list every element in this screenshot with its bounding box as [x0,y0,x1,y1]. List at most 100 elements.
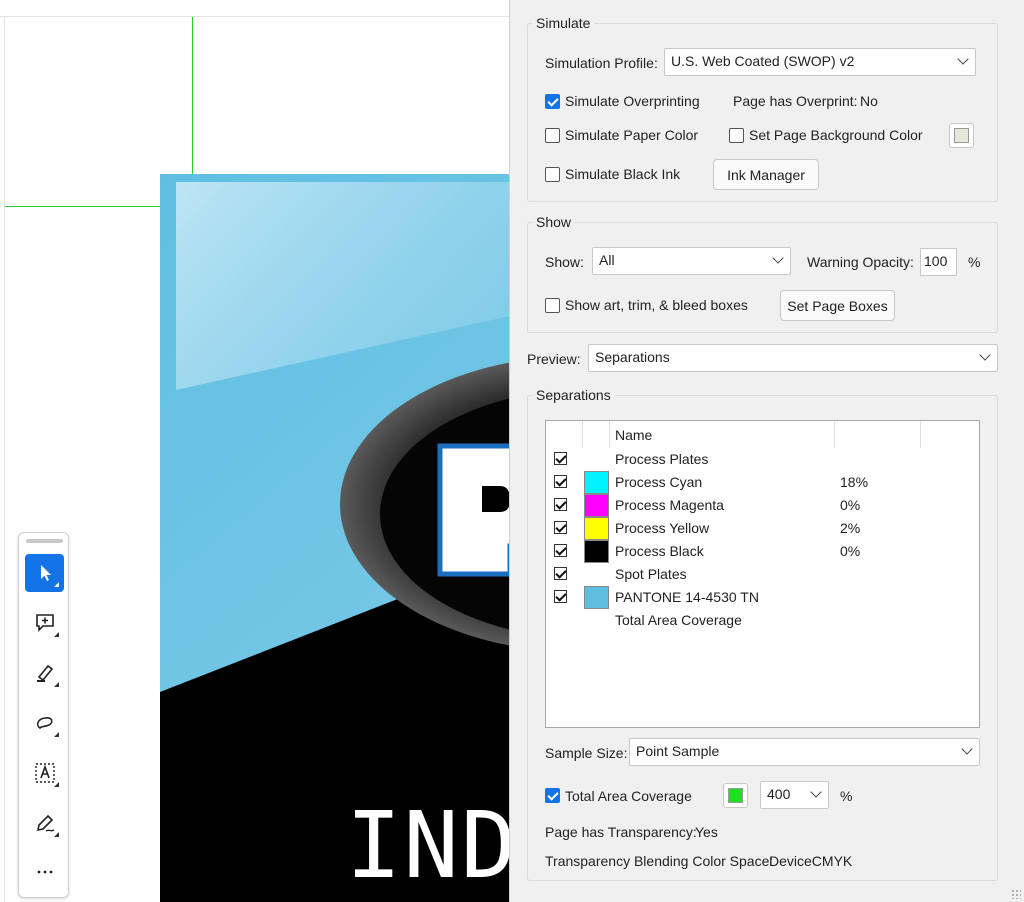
artwork-headline: IND [346,792,519,899]
column-divider [609,421,610,448]
sample-size-select[interactable]: Point Sample [629,738,980,766]
comment-plus-icon [35,614,54,632]
column-divider [582,421,583,448]
page-transparency-label: Page has Transparency: [545,824,697,840]
ink-color-swatch [584,540,609,563]
separation-checkbox[interactable] [554,521,567,534]
simulate-black-ink-checkbox[interactable] [545,167,560,182]
simulate-overprinting-checkbox[interactable] [545,94,560,109]
blending-space-value: DeviceCMYK [769,853,853,869]
preview-select[interactable]: Separations [588,344,998,372]
separation-row[interactable]: Process Cyan 18% [546,471,979,494]
show-legend: Show [532,214,576,230]
separation-checkbox[interactable] [554,544,567,557]
separation-checkbox[interactable] [554,452,567,465]
name-column-header[interactable]: Name [615,427,652,443]
set-page-boxes-button[interactable]: Set Page Boxes [780,290,895,321]
separation-row[interactable]: Spot Plates [546,563,979,586]
freehand-tool-button[interactable] [25,704,64,742]
logo-letter-p-counter [482,486,510,512]
show-boxes-checkbox[interactable] [545,298,560,313]
chevron-down-icon [772,252,784,264]
separation-row[interactable]: PANTONE 14-4530 TN [546,586,979,609]
column-divider [920,421,921,448]
vertical-guide[interactable] [192,17,193,174]
chevron-down-icon [810,786,822,798]
ink-color-swatch [584,494,609,517]
page-background-color-swatch [954,128,969,143]
more-tools-button[interactable] [25,853,64,891]
toolbar-grip[interactable] [26,539,63,543]
ink-color-swatch [584,586,609,609]
separation-checkbox[interactable] [554,567,567,580]
text-box-icon [34,763,55,783]
tool-submenu-indicator [54,632,59,637]
tool-submenu-indicator [54,782,59,787]
separation-coverage: 0% [840,543,861,559]
separation-name: Process Magenta [615,497,724,513]
separation-row[interactable]: Process Plates [546,448,979,471]
total-area-coverage-checkbox[interactable] [545,788,560,803]
tool-submenu-indicator [54,732,59,737]
simulate-legend: Simulate [532,15,595,31]
separation-name: Process Yellow [615,520,710,536]
page-has-overprint-label: Page has Overprint: [733,93,858,109]
separation-row[interactable]: Total Area Coverage [546,609,979,632]
separation-row[interactable]: Process Black 0% [546,540,979,563]
chevron-down-icon [979,349,991,361]
more-icon [37,870,52,874]
show-select[interactable]: All [592,247,791,275]
simulation-profile-value: U.S. Web Coated (SWOP) v2 [671,53,855,69]
separations-legend: Separations [532,387,615,403]
highlighter-icon [36,664,53,682]
warning-opacity-input[interactable]: 100 [920,248,957,276]
sign-tool-button[interactable] [25,804,64,842]
lasso-icon [36,717,53,730]
ink-color-swatch [584,517,609,540]
separation-name: Spot Plates [615,566,687,582]
horizontal-guide[interactable] [5,206,160,207]
preview-label: Preview: [527,351,581,367]
pen-sign-icon [36,814,54,832]
show-value: All [599,252,615,268]
ink-manager-button[interactable]: Ink Manager [713,159,819,190]
add-comment-tool-button[interactable] [25,604,64,642]
separation-name: Process Plates [615,451,709,467]
highlight-tool-button[interactable] [25,654,64,692]
set-page-background-checkbox[interactable] [729,128,744,143]
separation-name: PANTONE 14-4530 TN [615,589,759,605]
warning-opacity-label: Warning Opacity: [807,254,914,270]
coverage-limit-select[interactable]: 400 [760,781,829,809]
separation-coverage: 18% [840,474,869,490]
simulate-black-ink-label: Simulate Black Ink [565,166,681,182]
separation-checkbox[interactable] [554,498,567,511]
separation-row[interactable]: Process Yellow 2% [546,517,979,540]
sample-size-label: Sample Size: [545,745,628,761]
simulate-paper-color-label: Simulate Paper Color [565,127,699,143]
text-box-tool-button[interactable] [25,754,64,792]
tool-submenu-indicator [54,582,59,587]
separation-coverage: 0% [840,497,861,513]
separation-checkbox[interactable] [554,590,567,603]
separation-checkbox[interactable] [554,475,567,488]
page-has-overprint-value: No [860,93,878,109]
preview-value: Separations [595,349,670,365]
coverage-limit-value: 400 [767,786,791,802]
ink-color-swatch [584,471,609,494]
separations-table[interactable]: Name Process Plates Process Cyan 18% Proces… [545,420,980,728]
chevron-down-icon [961,743,973,755]
page-edge-top [0,16,520,17]
tool-submenu-indicator [54,832,59,837]
chevron-down-icon [957,53,969,65]
simulate-paper-color-checkbox[interactable] [545,128,560,143]
separation-name: Process Black [615,543,704,559]
total-area-coverage-label: Total Area Coverage [565,788,692,804]
panel-resize-grip[interactable] [1011,889,1021,899]
separation-row[interactable]: Process Magenta 0% [546,494,979,517]
warning-opacity-percent: % [968,254,981,270]
page-background-color-button[interactable] [949,123,974,148]
coverage-color-button[interactable] [723,783,748,808]
select-tool-button[interactable] [25,554,64,592]
simulation-profile-select[interactable]: U.S. Web Coated (SWOP) v2 [664,48,976,76]
separation-name: Total Area Coverage [615,612,742,628]
